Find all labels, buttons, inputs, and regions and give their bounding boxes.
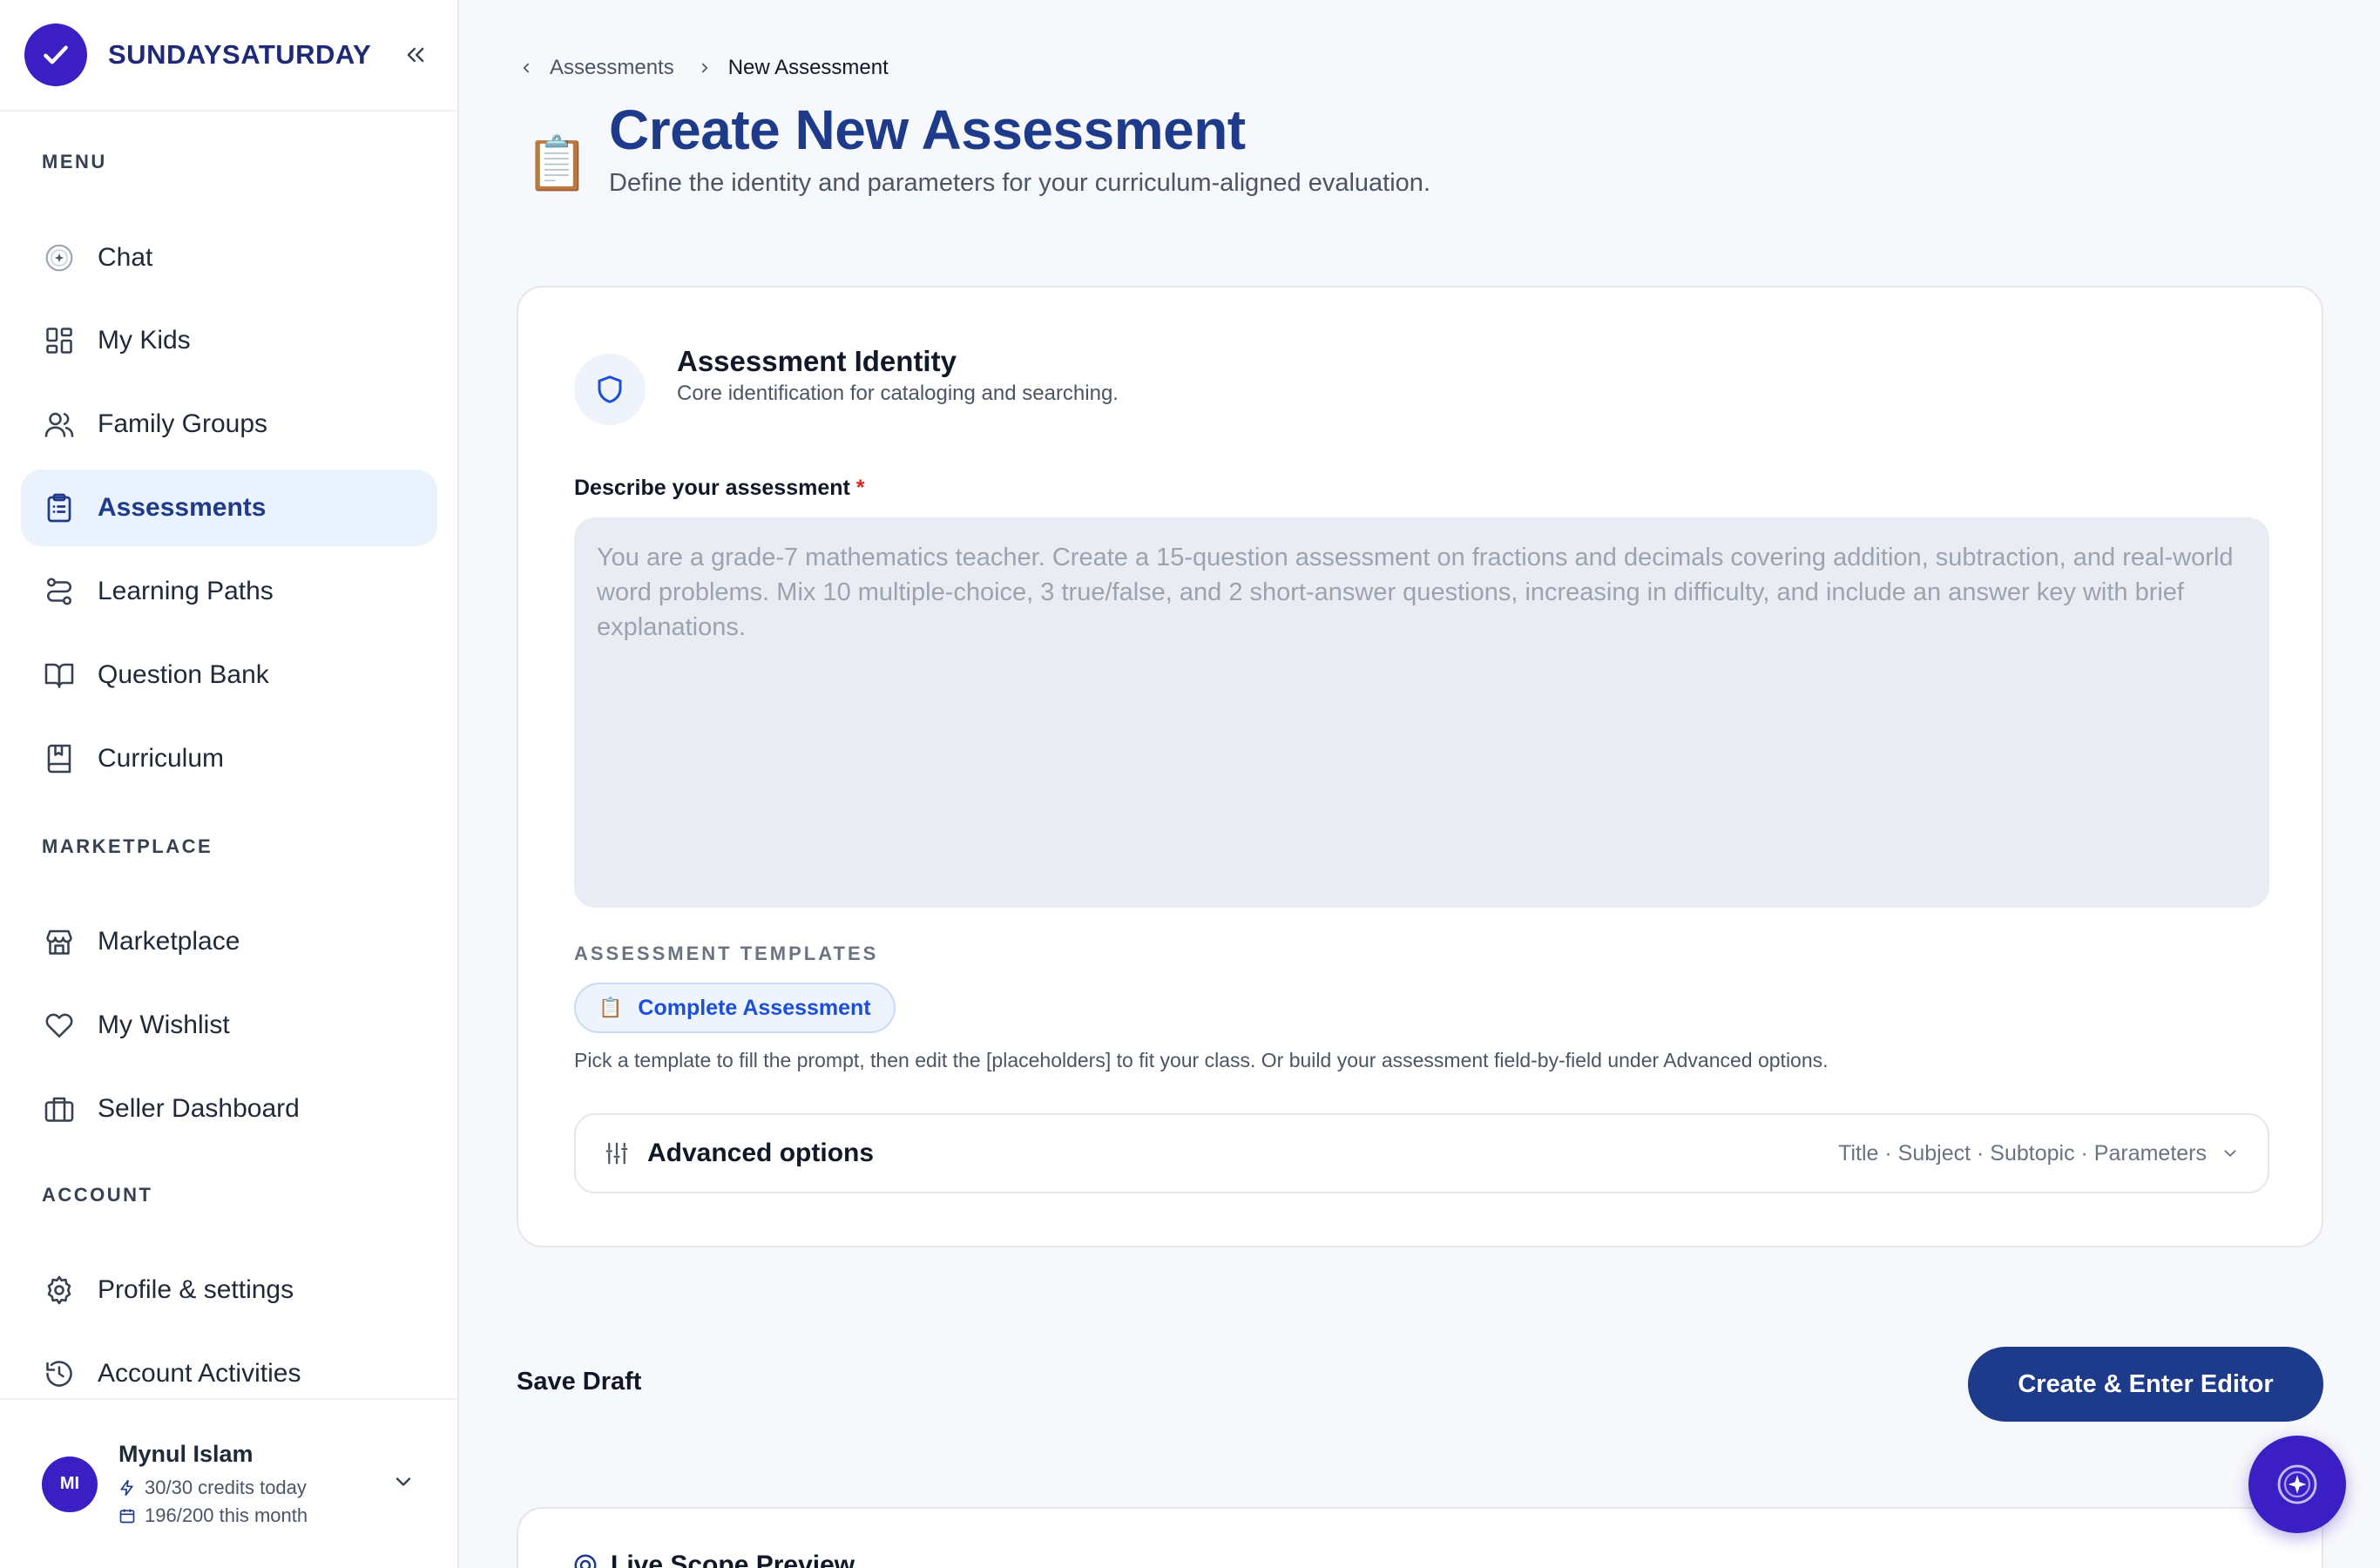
template-help-text: Pick a template to fill the prompt, then… — [574, 1049, 1829, 1071]
save-draft-button[interactable]: Save Draft — [517, 1368, 641, 1396]
calendar-icon — [119, 1509, 135, 1524]
sidebar-item-question-bank[interactable]: Question Bank — [21, 637, 437, 713]
page-title: Create New Assessment — [609, 98, 1246, 161]
section-label-account: ACCOUNT — [42, 1184, 153, 1206]
sparkle-icon — [2277, 1464, 2317, 1504]
create-enter-editor-button[interactable]: Create & Enter Editor — [1968, 1347, 2323, 1422]
required-indicator: * — [855, 476, 865, 500]
sidebar: SUNDAYSATURDAY MENU Chat My Kids Family … — [0, 0, 459, 1568]
preview-title-text: Live Scope Preview — [611, 1551, 855, 1568]
sidebar-item-label: Question Bank — [98, 660, 269, 689]
section-label-menu: MENU — [42, 151, 107, 172]
advanced-options-title: Advanced options — [647, 1139, 875, 1167]
credits-month: 196/200 this month — [118, 1504, 308, 1527]
brand-header: SUNDAYSATURDAY — [0, 0, 457, 112]
sparkle-circle-icon — [42, 240, 77, 275]
assessment-identity-card: Assessment Identity Core identification … — [517, 286, 2323, 1247]
credits-month-text: 196/200 this month — [145, 1504, 308, 1526]
sidebar-item-label: My Kids — [98, 326, 191, 355]
ai-assistant-fab[interactable] — [2248, 1436, 2346, 1533]
collapse-sidebar-icon[interactable] — [398, 37, 433, 72]
sidebar-item-marketplace[interactable]: Marketplace — [21, 903, 437, 980]
sidebar-item-label: Assessments — [98, 493, 267, 522]
sidebar-item-profile-settings[interactable]: Profile & settings — [21, 1252, 437, 1328]
section-subtitle: Core identification for cataloging and s… — [677, 382, 1119, 405]
sidebar-item-seller-dashboard[interactable]: Seller Dashboard — [21, 1071, 437, 1147]
chevron-down-icon — [2224, 1150, 2236, 1158]
clipboard-emoji-icon: 📋 — [524, 134, 590, 193]
sidebar-item-label: Curriculum — [98, 744, 225, 773]
heart-icon — [42, 1008, 77, 1043]
gear-icon — [42, 1273, 77, 1308]
sliders-icon — [605, 1142, 628, 1165]
sidebar-item-my-wishlist[interactable]: My Wishlist — [21, 987, 437, 1064]
history-icon — [42, 1356, 77, 1391]
chevron-down-icon[interactable] — [391, 1470, 416, 1498]
chevron-left-icon[interactable] — [518, 60, 534, 76]
avatar[interactable]: MI — [42, 1456, 98, 1512]
assessment-description-input[interactable] — [574, 517, 2269, 908]
sidebar-item-assessments[interactable]: Assessments — [21, 470, 437, 546]
sidebar-item-label: Chat — [98, 243, 153, 272]
users-icon — [42, 407, 77, 442]
grid-icon — [42, 323, 77, 358]
user-panel[interactable]: MI Mynul Islam 30/30 credits today 196/2… — [0, 1398, 457, 1568]
clipboard-icon — [42, 490, 77, 525]
target-icon — [574, 1554, 597, 1568]
brand-name: SUNDAYSATURDAY — [108, 39, 372, 70]
brand-logo-icon[interactable] — [24, 24, 87, 86]
shield-icon — [574, 354, 646, 425]
sidebar-item-label: Account Activities — [98, 1359, 301, 1388]
templates-label: ASSESSMENT TEMPLATES — [574, 943, 879, 964]
describe-assessment-label: Describe your assessment * — [574, 476, 865, 501]
page-subtitle: Define the identity and parameters for y… — [609, 169, 1430, 197]
template-chip-complete-assessment[interactable]: 📋 Complete Assessment — [574, 983, 896, 1033]
template-chip-label: Complete Assessment — [638, 995, 871, 1020]
advanced-options-toggle[interactable]: Advanced options Title · Subject · Subto… — [574, 1113, 2269, 1193]
section-label-marketplace: MARKETPLACE — [42, 835, 213, 857]
briefcase-icon — [42, 1092, 77, 1126]
sidebar-item-label: My Wishlist — [98, 1010, 230, 1039]
sidebar-item-label: Seller Dashboard — [98, 1094, 300, 1123]
lightning-icon — [120, 1479, 133, 1497]
live-scope-preview-card: Live Scope Preview — [517, 1507, 2323, 1568]
sidebar-item-label: Marketplace — [98, 927, 240, 956]
credits-today: 30/30 credits today — [118, 1477, 308, 1499]
store-icon — [42, 924, 77, 959]
book-icon — [42, 741, 77, 776]
advanced-options-summary: Title · Subject · Subtopic · Parameters — [1838, 1140, 2207, 1166]
breadcrumb-parent-link[interactable]: Assessments — [550, 56, 674, 80]
field-label-text: Describe your assessment — [574, 476, 850, 500]
user-name: Mynul Islam — [118, 1441, 254, 1467]
chevron-right-icon — [701, 63, 708, 73]
sidebar-item-family-groups[interactable]: Family Groups — [21, 386, 437, 463]
clipboard-emoji-icon: 📋 — [598, 997, 623, 1018]
credits-today-text: 30/30 credits today — [145, 1477, 307, 1498]
sidebar-item-my-kids[interactable]: My Kids — [21, 302, 437, 379]
book-open-icon — [42, 658, 77, 693]
breadcrumb-current: New Assessment — [727, 56, 889, 79]
preview-title: Live Scope Preview — [572, 1551, 855, 1568]
main-content: Assessments New Assessment 📋 Create New … — [459, 0, 2380, 1568]
sidebar-item-curriculum[interactable]: Curriculum — [21, 720, 437, 797]
sidebar-item-chat[interactable]: Chat — [21, 220, 437, 296]
sidebar-item-learning-paths[interactable]: Learning Paths — [21, 553, 437, 630]
route-icon — [42, 574, 77, 609]
user-info: Mynul Islam 30/30 credits today 196/200 … — [118, 1441, 308, 1527]
sidebar-item-label: Family Groups — [98, 409, 268, 438]
breadcrumb: Assessments New Assessment — [518, 56, 889, 80]
sidebar-item-label: Learning Paths — [98, 577, 274, 605]
section-title: Assessment Identity — [677, 345, 957, 377]
sidebar-item-label: Profile & settings — [98, 1275, 294, 1304]
